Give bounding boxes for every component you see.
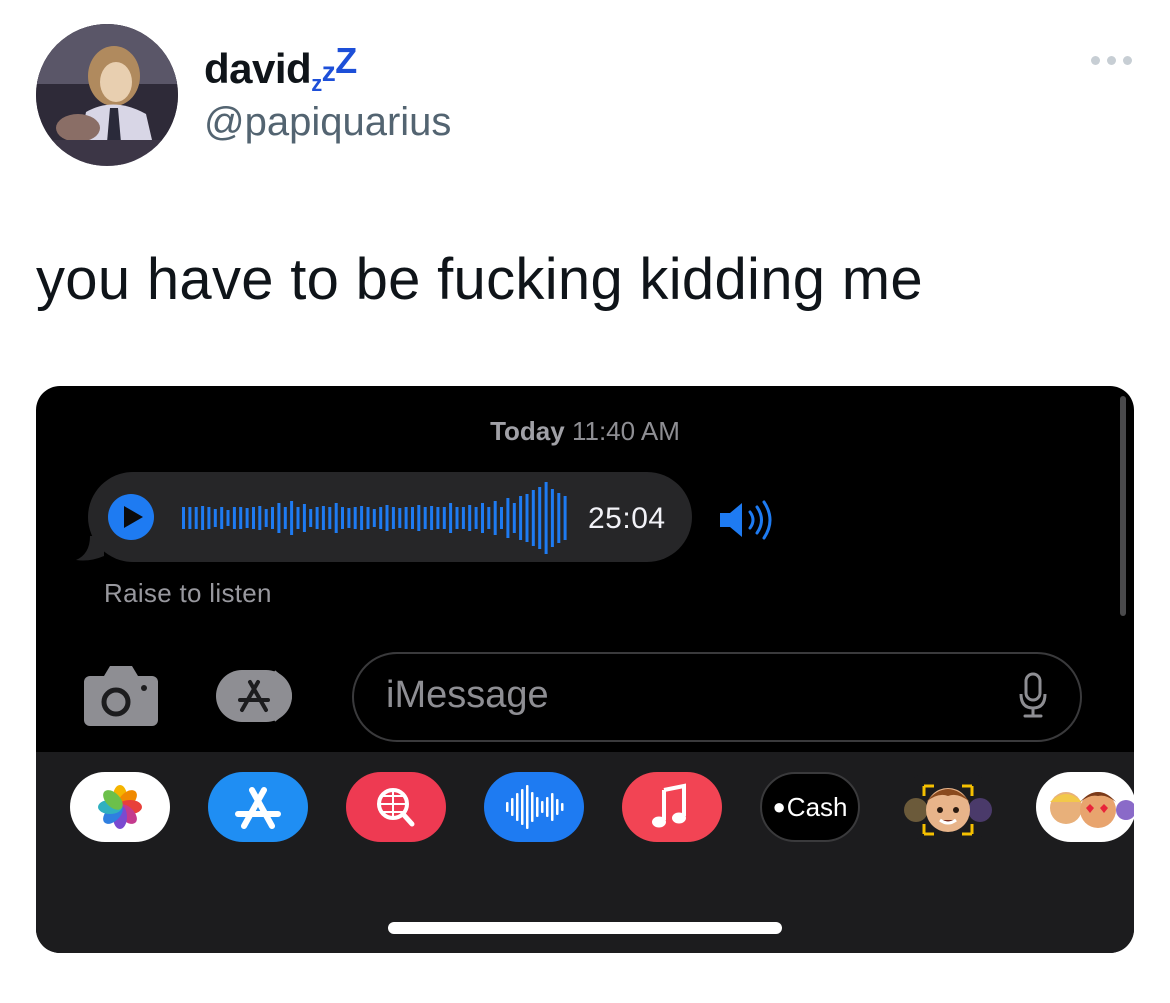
play-icon[interactable] bbox=[108, 494, 154, 540]
user-handle[interactable]: @papiquarius bbox=[204, 100, 451, 145]
image-search-icon[interactable] bbox=[346, 772, 446, 842]
app-store-toggle-icon[interactable] bbox=[214, 668, 314, 724]
timestamp-day: Today bbox=[490, 416, 565, 446]
more-options-icon[interactable] bbox=[1091, 56, 1132, 65]
display-name-text[interactable]: david bbox=[204, 45, 312, 92]
tweet-media-screenshot[interactable]: Today 11:40 AM 25:04 Raise to listen iMe… bbox=[36, 386, 1134, 953]
raise-to-listen-hint: Raise to listen bbox=[104, 578, 272, 608]
timestamp-time: 11:40 AM bbox=[571, 416, 680, 446]
microphone-icon[interactable] bbox=[1018, 672, 1048, 720]
audio-waveform-icon[interactable] bbox=[484, 772, 584, 842]
tweet-text: you have to be fucking kidding me bbox=[36, 247, 923, 312]
audio-waveform[interactable] bbox=[182, 482, 570, 554]
memoji-stickers-icon[interactable] bbox=[1036, 772, 1134, 842]
apple-cash-label: ● Cash bbox=[772, 791, 848, 822]
sleeping-emoji: zzZ bbox=[311, 40, 357, 96]
message-timestamp: Today 11:40 AM bbox=[36, 416, 1134, 447]
photos-icon[interactable] bbox=[70, 772, 170, 842]
bubble-tail bbox=[76, 536, 104, 561]
audio-duration: 25:04 bbox=[588, 502, 666, 535]
speaker-icon[interactable] bbox=[716, 498, 786, 542]
apple-cash-icon[interactable]: ● Cash bbox=[760, 772, 860, 842]
memoji-icon[interactable] bbox=[898, 772, 998, 842]
app-store-icon[interactable] bbox=[208, 772, 308, 842]
avatar[interactable] bbox=[36, 24, 178, 166]
camera-icon[interactable] bbox=[82, 664, 160, 728]
music-icon[interactable] bbox=[622, 772, 722, 842]
apple-logo-icon: ● bbox=[772, 794, 786, 819]
imessage-placeholder: iMessage bbox=[386, 674, 549, 716]
home-indicator[interactable] bbox=[388, 922, 782, 934]
display-name[interactable]: davidzzZ bbox=[204, 40, 357, 97]
